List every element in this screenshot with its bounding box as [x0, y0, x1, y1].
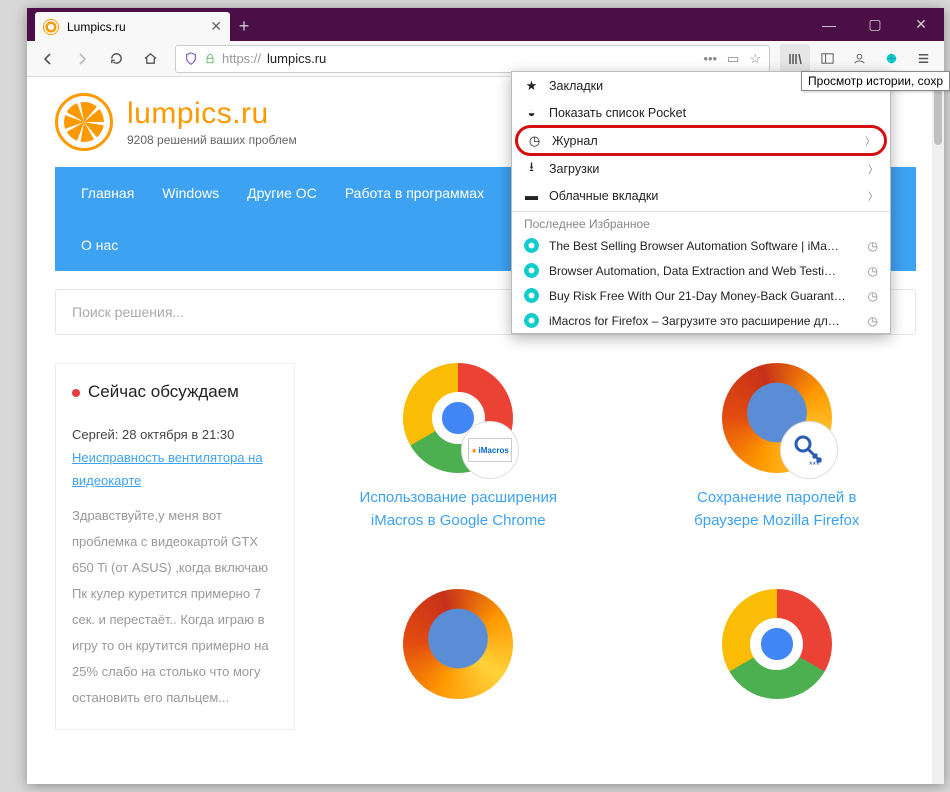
badge-icon: *** [780, 421, 838, 479]
clock-icon: ◷ [868, 289, 878, 303]
minimize-button[interactable]: — [806, 8, 852, 41]
panel-history-item[interactable]: Browser Automation, Data Extraction and … [512, 258, 890, 283]
panel-downloads[interactable]: ⭳Загрузки〉 [512, 155, 890, 182]
titlebar: Lumpics.ru ✕ + — ▢ ✕ [27, 8, 944, 41]
chrome-icon [722, 589, 832, 699]
more-icon[interactable]: ••• [703, 51, 717, 67]
panel-pocket[interactable]: ◒Показать список Pocket [512, 99, 890, 126]
panel-history[interactable]: ◷Журнал〉 [515, 125, 887, 156]
addon-button[interactable] [876, 44, 906, 74]
clock-icon: ◷ [527, 133, 542, 148]
clock-icon: ◷ [868, 239, 878, 253]
card-link[interactable]: Сохранение паролей в браузере Mozilla Fi… [694, 489, 859, 529]
favicon-icon [524, 238, 539, 253]
forward-button[interactable] [67, 44, 97, 74]
screen-icon: ▬ [524, 188, 539, 203]
tab-active[interactable]: Lumpics.ru ✕ [35, 12, 230, 41]
reload-button[interactable] [101, 44, 131, 74]
tab-title: Lumpics.ru [67, 20, 126, 34]
back-button[interactable] [33, 44, 63, 74]
url-bar[interactable]: https:// lumpics.ru ••• ▭ ☆ [175, 45, 770, 73]
dot-icon [72, 389, 80, 397]
nav-item[interactable]: Работа в программах [331, 167, 498, 219]
chevron-right-icon: 〉 [865, 133, 875, 148]
comment-link[interactable]: Неисправность вентилятора на видеокарте [72, 450, 263, 488]
new-tab-button[interactable]: + [230, 12, 258, 41]
chevron-right-icon: 〉 [868, 161, 878, 176]
card-link[interactable]: Использование расширения iMacros в Googl… [360, 489, 557, 529]
firefox-icon [403, 589, 513, 699]
nav-item[interactable]: Главная [67, 167, 148, 219]
maximize-button[interactable]: ▢ [852, 8, 898, 41]
svg-text:***: *** [809, 460, 820, 470]
panel-synced-tabs[interactable]: ▬Облачные вкладки〉 [512, 182, 890, 209]
article-card[interactable] [358, 589, 558, 730]
lock-icon [204, 53, 216, 65]
chevron-right-icon: 〉 [868, 188, 878, 203]
panel-history-item[interactable]: iMacros for Firefox – Загрузите это расш… [512, 308, 890, 333]
urlbar-icons: ••• ▭ ☆ [703, 51, 761, 67]
article-card[interactable] [677, 589, 877, 730]
scrollbar[interactable] [932, 77, 944, 784]
sidebar-button[interactable] [812, 44, 842, 74]
article-card[interactable]: *** Сохранение паролей в браузере Mozill… [677, 363, 877, 549]
library-panel: ★Закладки〉 ◒Показать список Pocket ◷Журн… [511, 71, 891, 334]
star-icon[interactable]: ☆ [749, 51, 761, 67]
favicon-icon [524, 313, 539, 328]
scroll-thumb[interactable] [934, 85, 942, 145]
reader-icon[interactable]: ▭ [727, 51, 739, 67]
favicon-icon [43, 19, 59, 35]
favicon-icon [524, 263, 539, 278]
menu-button[interactable] [908, 44, 938, 74]
pocket-icon: ◒ [524, 105, 539, 120]
url-proto: https:// [222, 51, 261, 66]
cards-grid: iMacros Использование расширения iMacros… [319, 363, 916, 730]
url-host: lumpics.ru [267, 51, 326, 66]
brand-name: lumpics.ru [127, 97, 297, 131]
tooltip: Просмотр истории, сохр [801, 71, 950, 91]
sidebar-widget: Сейчас обсуждаем Сергей: 28 октября в 21… [55, 363, 295, 730]
home-button[interactable] [135, 44, 165, 74]
brand-tag: 9208 решений ваших проблем [127, 133, 297, 147]
close-icon[interactable]: ✕ [210, 18, 222, 35]
download-icon: ⭳ [524, 161, 539, 176]
logo-icon [55, 93, 113, 151]
article-card[interactable]: iMacros Использование расширения iMacros… [358, 363, 558, 549]
nav-item[interactable]: О нас [67, 219, 132, 271]
close-window-button[interactable]: ✕ [898, 8, 944, 41]
comment-body: Здравствуйте,у меня вот проблемка с виде… [72, 503, 278, 711]
library-button[interactable] [780, 44, 810, 74]
window-controls: — ▢ ✕ [806, 8, 944, 41]
widget-title: Сейчас обсуждаем [72, 382, 278, 402]
comment-meta: Сергей: 28 октября в 21:30 [72, 424, 278, 446]
clock-icon: ◷ [868, 264, 878, 278]
badge-icon: iMacros [461, 421, 519, 479]
panel-history-item[interactable]: Buy Risk Free With Our 21-Day Money-Back… [512, 283, 890, 308]
panel-recent-title: Последнее Избранное [512, 211, 890, 233]
favicon-icon [524, 288, 539, 303]
clock-icon: ◷ [868, 314, 878, 328]
panel-history-item[interactable]: The Best Selling Browser Automation Soft… [512, 233, 890, 258]
shield-icon [184, 52, 198, 66]
account-button[interactable] [844, 44, 874, 74]
star-icon: ★ [524, 78, 539, 93]
nav-item[interactable]: Windows [148, 167, 233, 219]
nav-item[interactable]: Другие ОС [233, 167, 331, 219]
